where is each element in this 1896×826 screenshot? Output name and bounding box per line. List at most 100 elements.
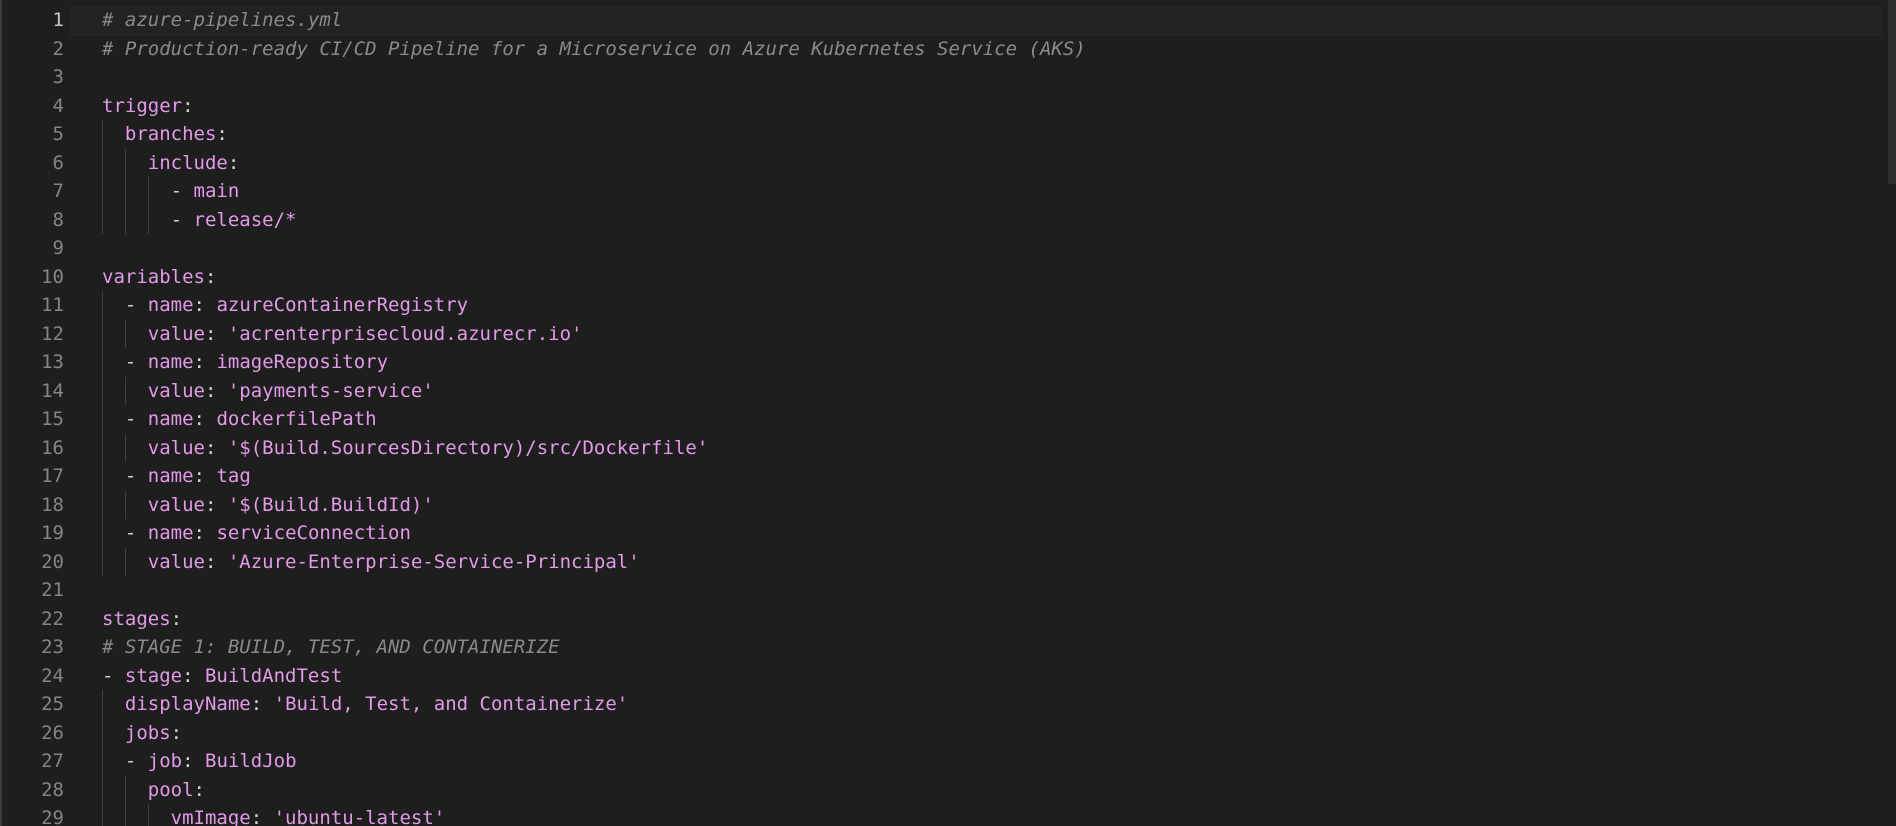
code-value: 'payments-service'	[227, 379, 434, 402]
code-line[interactable]: variables:	[102, 263, 216, 292]
code-punct	[102, 722, 125, 744]
line-number: 7	[52, 180, 64, 202]
line-number: 25	[41, 693, 64, 715]
code-value: BuildJob	[205, 750, 297, 772]
line-number: 3	[52, 66, 64, 88]
code-punct: :	[193, 294, 217, 316]
code-value: '$(Build.BuildId)'	[227, 493, 434, 516]
code-punct: -	[124, 351, 148, 373]
indent-guide	[124, 376, 126, 405]
code-line[interactable]: displayName: 'Build, Test, and Container…	[102, 690, 628, 719]
code-line[interactable]: value: 'payments-service'	[102, 377, 434, 406]
code-value: main	[193, 180, 240, 202]
code-editor[interactable]: 1 2 3 4 5 6 7 8 9 10 11 12 13 14 15 16 17 18 19 20 21 22 23 24 2…	[0, 0, 1896, 826]
code-key: value	[147, 550, 205, 573]
indent-guide	[147, 177, 149, 234]
code-key: name	[147, 351, 194, 373]
code-key: trigger	[102, 94, 183, 117]
indent-guide	[102, 120, 103, 234]
code-punct: :	[193, 778, 205, 801]
code-punct: -	[124, 522, 148, 544]
code-line[interactable]: value: 'acrenterprisecloud.azurecr.io'	[102, 320, 583, 349]
line-number: 17	[41, 465, 64, 487]
vertical-scrollbar[interactable]	[1882, 0, 1896, 826]
code-line[interactable]: value: '$(Build.BuildId)'	[102, 491, 434, 520]
line-number: 13	[41, 351, 64, 373]
line-number: 4	[52, 94, 64, 117]
code-key: include	[147, 151, 228, 174]
code-comment: # azure-pipelines.yml	[102, 9, 343, 31]
code-line[interactable]: value: '$(Build.SourcesDirectory)/src/Do…	[102, 434, 709, 463]
code-key: value	[147, 379, 205, 402]
code-line[interactable]: - name: azureContainerRegistry	[102, 291, 468, 320]
code-punct: :	[193, 465, 217, 487]
code-punct: :	[193, 351, 217, 373]
code-punct	[102, 180, 171, 202]
indent-guide	[124, 490, 126, 519]
code-key: value	[147, 493, 205, 516]
code-key: stages	[102, 607, 171, 630]
line-number: 19	[41, 522, 64, 544]
code-punct: -	[170, 180, 194, 202]
line-number: 16	[41, 436, 64, 459]
code-line[interactable]: vmImage: 'ubuntu-latest'	[102, 804, 446, 826]
code-line[interactable]: stages:	[102, 605, 182, 634]
line-number: 27	[41, 750, 64, 772]
code-punct: :	[250, 693, 274, 715]
line-number: 5	[52, 123, 64, 145]
code-line[interactable]: branches:	[102, 120, 228, 149]
code-key: name	[147, 465, 194, 487]
scrollbar-thumb[interactable]	[1888, 0, 1896, 184]
code-line[interactable]: - name: dockerfilePath	[102, 405, 377, 434]
code-line[interactable]: - name: imageRepository	[102, 348, 388, 377]
line-number: 6	[52, 151, 64, 174]
code-value: release/*	[193, 208, 297, 231]
code-punct: -	[102, 664, 125, 687]
code-line[interactable]: - release/*	[102, 206, 297, 235]
code-punct: :	[182, 94, 194, 117]
code-line[interactable]: # STAGE 1: BUILD, TEST, AND CONTAINERIZE	[102, 633, 560, 662]
line-number: 9	[52, 237, 64, 259]
code-key: jobs	[124, 721, 171, 744]
code-line[interactable]: pool:	[102, 776, 205, 805]
code-key: pool	[147, 778, 194, 801]
indent-guide	[147, 804, 149, 826]
code-punct	[102, 351, 125, 373]
code-punct: :	[204, 379, 228, 402]
code-key: value	[147, 322, 205, 345]
line-number: 29	[41, 807, 64, 826]
code-line[interactable]: value: 'Azure-Enterprise-Service-Princip…	[102, 548, 640, 577]
code-punct	[102, 522, 125, 544]
code-punct	[102, 807, 171, 826]
code-punct: :	[216, 123, 228, 145]
code-punct	[102, 465, 125, 487]
code-punct: :	[227, 151, 240, 174]
code-key: name	[147, 294, 194, 316]
code-value: BuildAndTest	[204, 664, 343, 687]
code-value: imageRepository	[216, 351, 389, 373]
code-line[interactable]: # azure-pipelines.yml	[102, 6, 342, 35]
code-line[interactable]: trigger:	[102, 92, 194, 121]
code-punct: -	[124, 465, 148, 487]
current-line-highlight	[70, 6, 1890, 36]
code-key: branches	[124, 123, 217, 145]
code-key: vmImage	[170, 807, 251, 826]
code-line[interactable]: - main	[102, 177, 240, 206]
code-punct: :	[170, 607, 183, 630]
code-punct	[102, 750, 125, 772]
code-line[interactable]: # Production-ready CI/CD Pipeline for a …	[102, 35, 1086, 64]
code-line[interactable]: - name: tag	[102, 462, 251, 491]
line-number: 21	[41, 579, 64, 601]
code-line[interactable]: - stage: BuildAndTest	[102, 662, 342, 691]
code-line[interactable]: - job: BuildJob	[102, 747, 297, 776]
indent-guide	[124, 433, 126, 462]
code-line[interactable]: - name: serviceConnection	[102, 519, 411, 548]
code-punct	[102, 408, 125, 430]
line-number: 8	[52, 208, 64, 231]
code-punct: -	[124, 750, 148, 772]
code-line[interactable]: include:	[102, 149, 240, 178]
code-value: 'ubuntu-latest'	[273, 807, 446, 826]
code-line[interactable]: jobs:	[102, 719, 182, 748]
code-value: serviceConnection	[216, 522, 411, 544]
line-number-gutter: 1 2 3 4 5 6 7 8 9 10 11 12 13 14 15 16 17 18 19 20 21 22 23 24 2…	[2, 0, 70, 826]
